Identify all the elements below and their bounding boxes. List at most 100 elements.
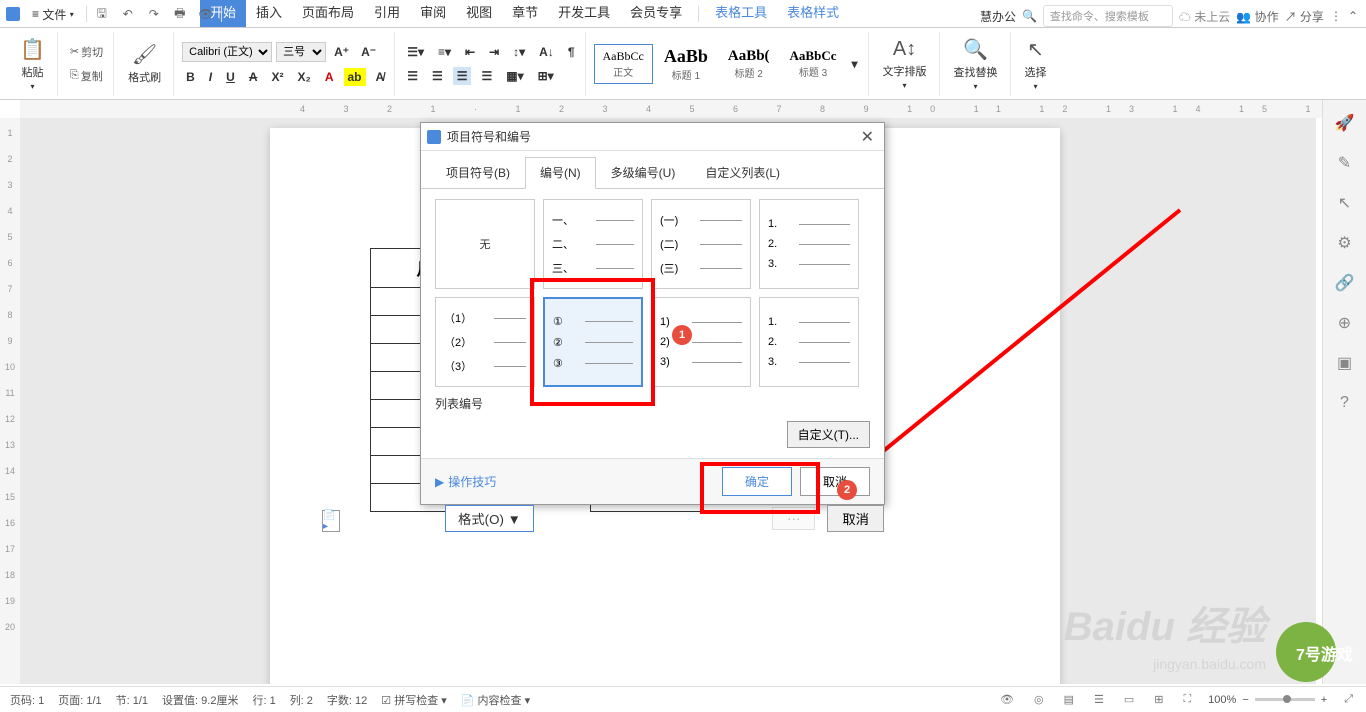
- copy-button[interactable]: ⎘ 复制: [66, 66, 107, 86]
- help-icon[interactable]: ?: [1334, 392, 1356, 414]
- dialog-tab-numbers[interactable]: 编号(N): [525, 157, 596, 189]
- number-option-digit-closeparen[interactable]: 1) 2) 3): [651, 297, 751, 387]
- tab-table-styles[interactable]: 表格样式: [777, 0, 849, 27]
- link-icon[interactable]: 🔗: [1334, 272, 1356, 294]
- align-left-button[interactable]: ☰: [403, 67, 422, 85]
- decrease-font-icon[interactable]: A⁻: [357, 43, 380, 61]
- clear-format-button[interactable]: A̸: [372, 68, 389, 86]
- super-button[interactable]: X²: [267, 68, 287, 86]
- style-body[interactable]: AaBbCc正文: [594, 44, 653, 84]
- select-button[interactable]: ↖选择▾: [1019, 35, 1053, 93]
- view-read-icon[interactable]: ⊞: [1151, 693, 1166, 706]
- indent-inc-button[interactable]: ⇥: [485, 43, 503, 61]
- format-painter-button[interactable]: 🖌格式刷: [122, 40, 167, 87]
- status-words[interactable]: 字数: 12: [327, 692, 367, 708]
- indent-dec-button[interactable]: ⇤: [461, 43, 479, 61]
- dialog-tab-multilevel[interactable]: 多级编号(U): [596, 157, 691, 188]
- tab-chapter[interactable]: 章节: [502, 0, 548, 27]
- tab-references[interactable]: 引用: [364, 0, 410, 27]
- paste-button[interactable]: 📋粘贴▾: [14, 35, 51, 93]
- settings-icon[interactable]: ⚙: [1334, 232, 1356, 254]
- undo-icon[interactable]: ↶: [117, 3, 139, 25]
- styles-more-icon[interactable]: ▾: [848, 55, 862, 73]
- borders-button[interactable]: ⊞▾: [534, 67, 558, 85]
- more-icon[interactable]: ⋮: [1330, 9, 1342, 23]
- collapse-ribbon-icon[interactable]: ⌃: [1348, 9, 1358, 23]
- increase-font-icon[interactable]: A⁺: [330, 43, 353, 61]
- expand-icon[interactable]: ⤢: [1341, 693, 1356, 706]
- status-content[interactable]: 📄 内容检查 ▾: [461, 692, 530, 708]
- screen-icon[interactable]: ▣: [1334, 352, 1356, 374]
- tab-dev[interactable]: 开发工具: [548, 0, 620, 27]
- style-h3[interactable]: AaBbCc标题 3: [781, 43, 846, 84]
- rocket-icon[interactable]: 🚀: [1334, 112, 1356, 134]
- underline-button[interactable]: U: [222, 68, 239, 86]
- status-page[interactable]: 页面: 1/1: [58, 692, 101, 708]
- shading-button[interactable]: ▦▾: [502, 67, 527, 85]
- fullscreen-icon[interactable]: ⛶: [1180, 693, 1194, 706]
- share-button[interactable]: ↗ 分享: [1285, 8, 1324, 25]
- number-option-digit-dot2[interactable]: 1. 2. 3.: [759, 297, 859, 387]
- zoom-percent[interactable]: 100%: [1208, 694, 1236, 706]
- status-spell[interactable]: ☑ 拼写检查 ▾: [381, 692, 447, 708]
- zoom-out-icon[interactable]: −: [1242, 694, 1248, 706]
- view-outline-icon[interactable]: ☰: [1091, 693, 1107, 706]
- focus-icon[interactable]: ◎: [1031, 693, 1047, 706]
- highlight-button[interactable]: ab: [344, 68, 366, 86]
- tab-table-tools[interactable]: 表格工具: [705, 0, 777, 27]
- italic-button[interactable]: I: [205, 68, 216, 86]
- print-icon[interactable]: 🖶: [169, 3, 191, 25]
- tab-insert[interactable]: 插入: [246, 0, 292, 27]
- zoom-in-icon[interactable]: +: [1321, 694, 1327, 706]
- format-dropdown[interactable]: 格式(O) ▼: [445, 505, 534, 532]
- page-options-icon[interactable]: 📄▸: [322, 510, 340, 532]
- underlay-cancel[interactable]: 取消: [827, 505, 884, 532]
- eye-icon[interactable]: 👁: [997, 693, 1017, 706]
- command-search[interactable]: 查找命令、搜索模板: [1043, 5, 1173, 27]
- dialog-close-button[interactable]: ✕: [857, 127, 878, 147]
- bullets-button[interactable]: ☰▾: [403, 43, 428, 61]
- zoom-control[interactable]: 100% − +: [1208, 694, 1327, 706]
- number-option-chinese-paren[interactable]: (一) (二) (三): [651, 199, 751, 289]
- custom-button[interactable]: 自定义(T)...: [787, 421, 870, 448]
- font-size-select[interactable]: 三号: [276, 42, 326, 62]
- pen-icon[interactable]: ✎: [1334, 152, 1356, 174]
- sort-button[interactable]: A↓: [535, 43, 558, 61]
- tips-link[interactable]: ▶操作技巧: [435, 473, 496, 490]
- save-icon[interactable]: 🖫: [91, 3, 113, 25]
- show-marks-button[interactable]: ¶: [564, 43, 579, 61]
- number-option-circled[interactable]: ① ② ③: [543, 297, 643, 387]
- view-web-icon[interactable]: ▭: [1121, 693, 1137, 706]
- dialog-tab-custom-list[interactable]: 自定义列表(L): [690, 157, 795, 188]
- tab-view[interactable]: 视图: [456, 0, 502, 27]
- font-name-select[interactable]: Calibri (正文): [182, 42, 272, 62]
- coop-button[interactable]: 👥 协作: [1236, 8, 1278, 25]
- number-option-chinese[interactable]: 一、 二、 三、: [543, 199, 643, 289]
- translate-icon[interactable]: ⊕: [1334, 312, 1356, 334]
- line-spacing-button[interactable]: ↕▾: [509, 43, 529, 61]
- view-page-icon[interactable]: ▤: [1061, 693, 1077, 706]
- bold-button[interactable]: B: [182, 68, 199, 86]
- file-menu[interactable]: ≡ 文件 ▾: [24, 4, 82, 25]
- number-option-none[interactable]: 无: [435, 199, 535, 289]
- sub-button[interactable]: X₂: [293, 68, 314, 86]
- strike-button[interactable]: A: [245, 68, 262, 86]
- align-center-button[interactable]: ☰: [428, 67, 447, 85]
- preview-icon[interactable]: 👁: [195, 3, 217, 25]
- tab-layout[interactable]: 页面布局: [292, 0, 364, 27]
- tab-member[interactable]: 会员专享: [620, 0, 692, 27]
- number-option-digit-paren[interactable]: （1） （2） （3）: [435, 297, 535, 387]
- numbering-button[interactable]: ≡▾: [434, 43, 455, 61]
- style-h1[interactable]: AaBb标题 1: [655, 41, 717, 87]
- cloud-icon[interactable]: ☁ 未上云: [1179, 8, 1230, 25]
- status-page-no[interactable]: 页码: 1: [10, 692, 44, 708]
- align-justify-button[interactable]: ☰: [477, 67, 496, 85]
- cut-button[interactable]: ✂ 剪切: [66, 42, 107, 62]
- tab-review[interactable]: 审阅: [410, 0, 456, 27]
- dialog-tab-bullets[interactable]: 项目符号(B): [431, 157, 525, 188]
- align-right-button[interactable]: ☰: [453, 67, 472, 85]
- text-layout-button[interactable]: A↕文字排版▾: [877, 36, 933, 92]
- style-h2[interactable]: AaBb(标题 2: [719, 43, 779, 85]
- font-color-button[interactable]: A: [321, 68, 338, 86]
- underlay-ok[interactable]: ···: [772, 507, 815, 530]
